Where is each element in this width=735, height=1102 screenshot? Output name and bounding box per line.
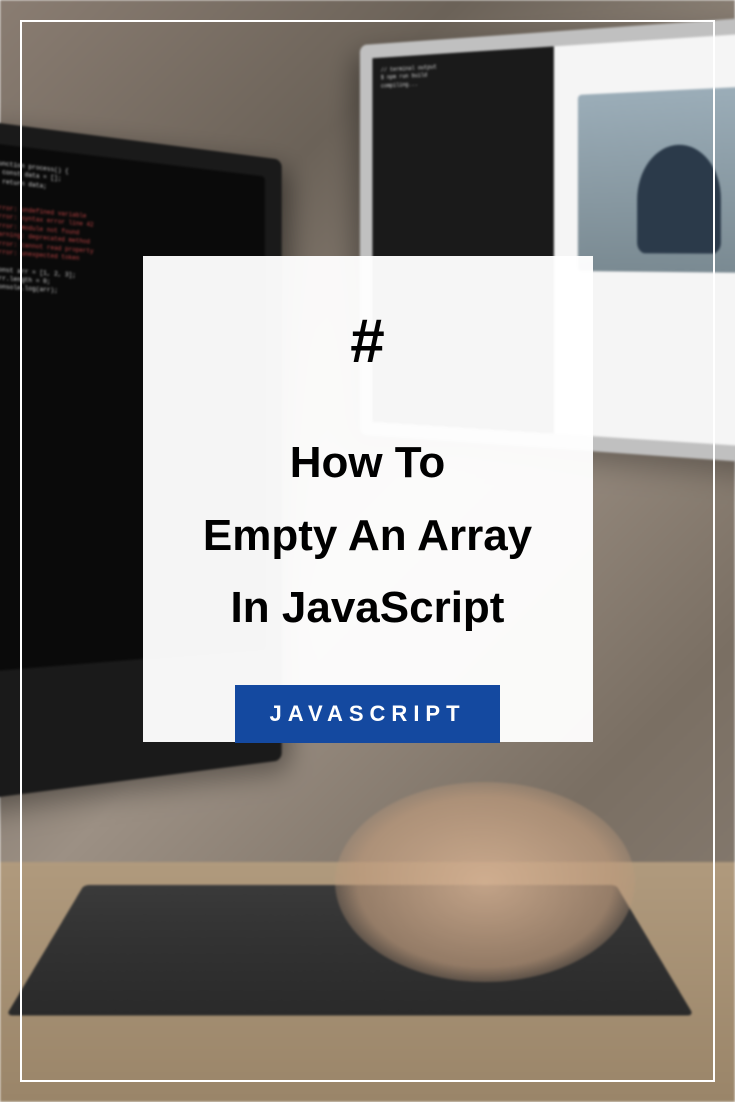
title-line-2: Empty An Array xyxy=(173,500,563,573)
category-badge: JAVASCRIPT xyxy=(235,685,500,743)
title-line-1: How To xyxy=(173,427,563,500)
hands xyxy=(335,782,635,982)
hash-icon: # xyxy=(173,306,563,377)
title-card: # How To Empty An Array In JavaScript JA… xyxy=(143,256,593,742)
article-title: How To Empty An Array In JavaScript xyxy=(173,427,563,645)
title-line-3: In JavaScript xyxy=(173,572,563,645)
